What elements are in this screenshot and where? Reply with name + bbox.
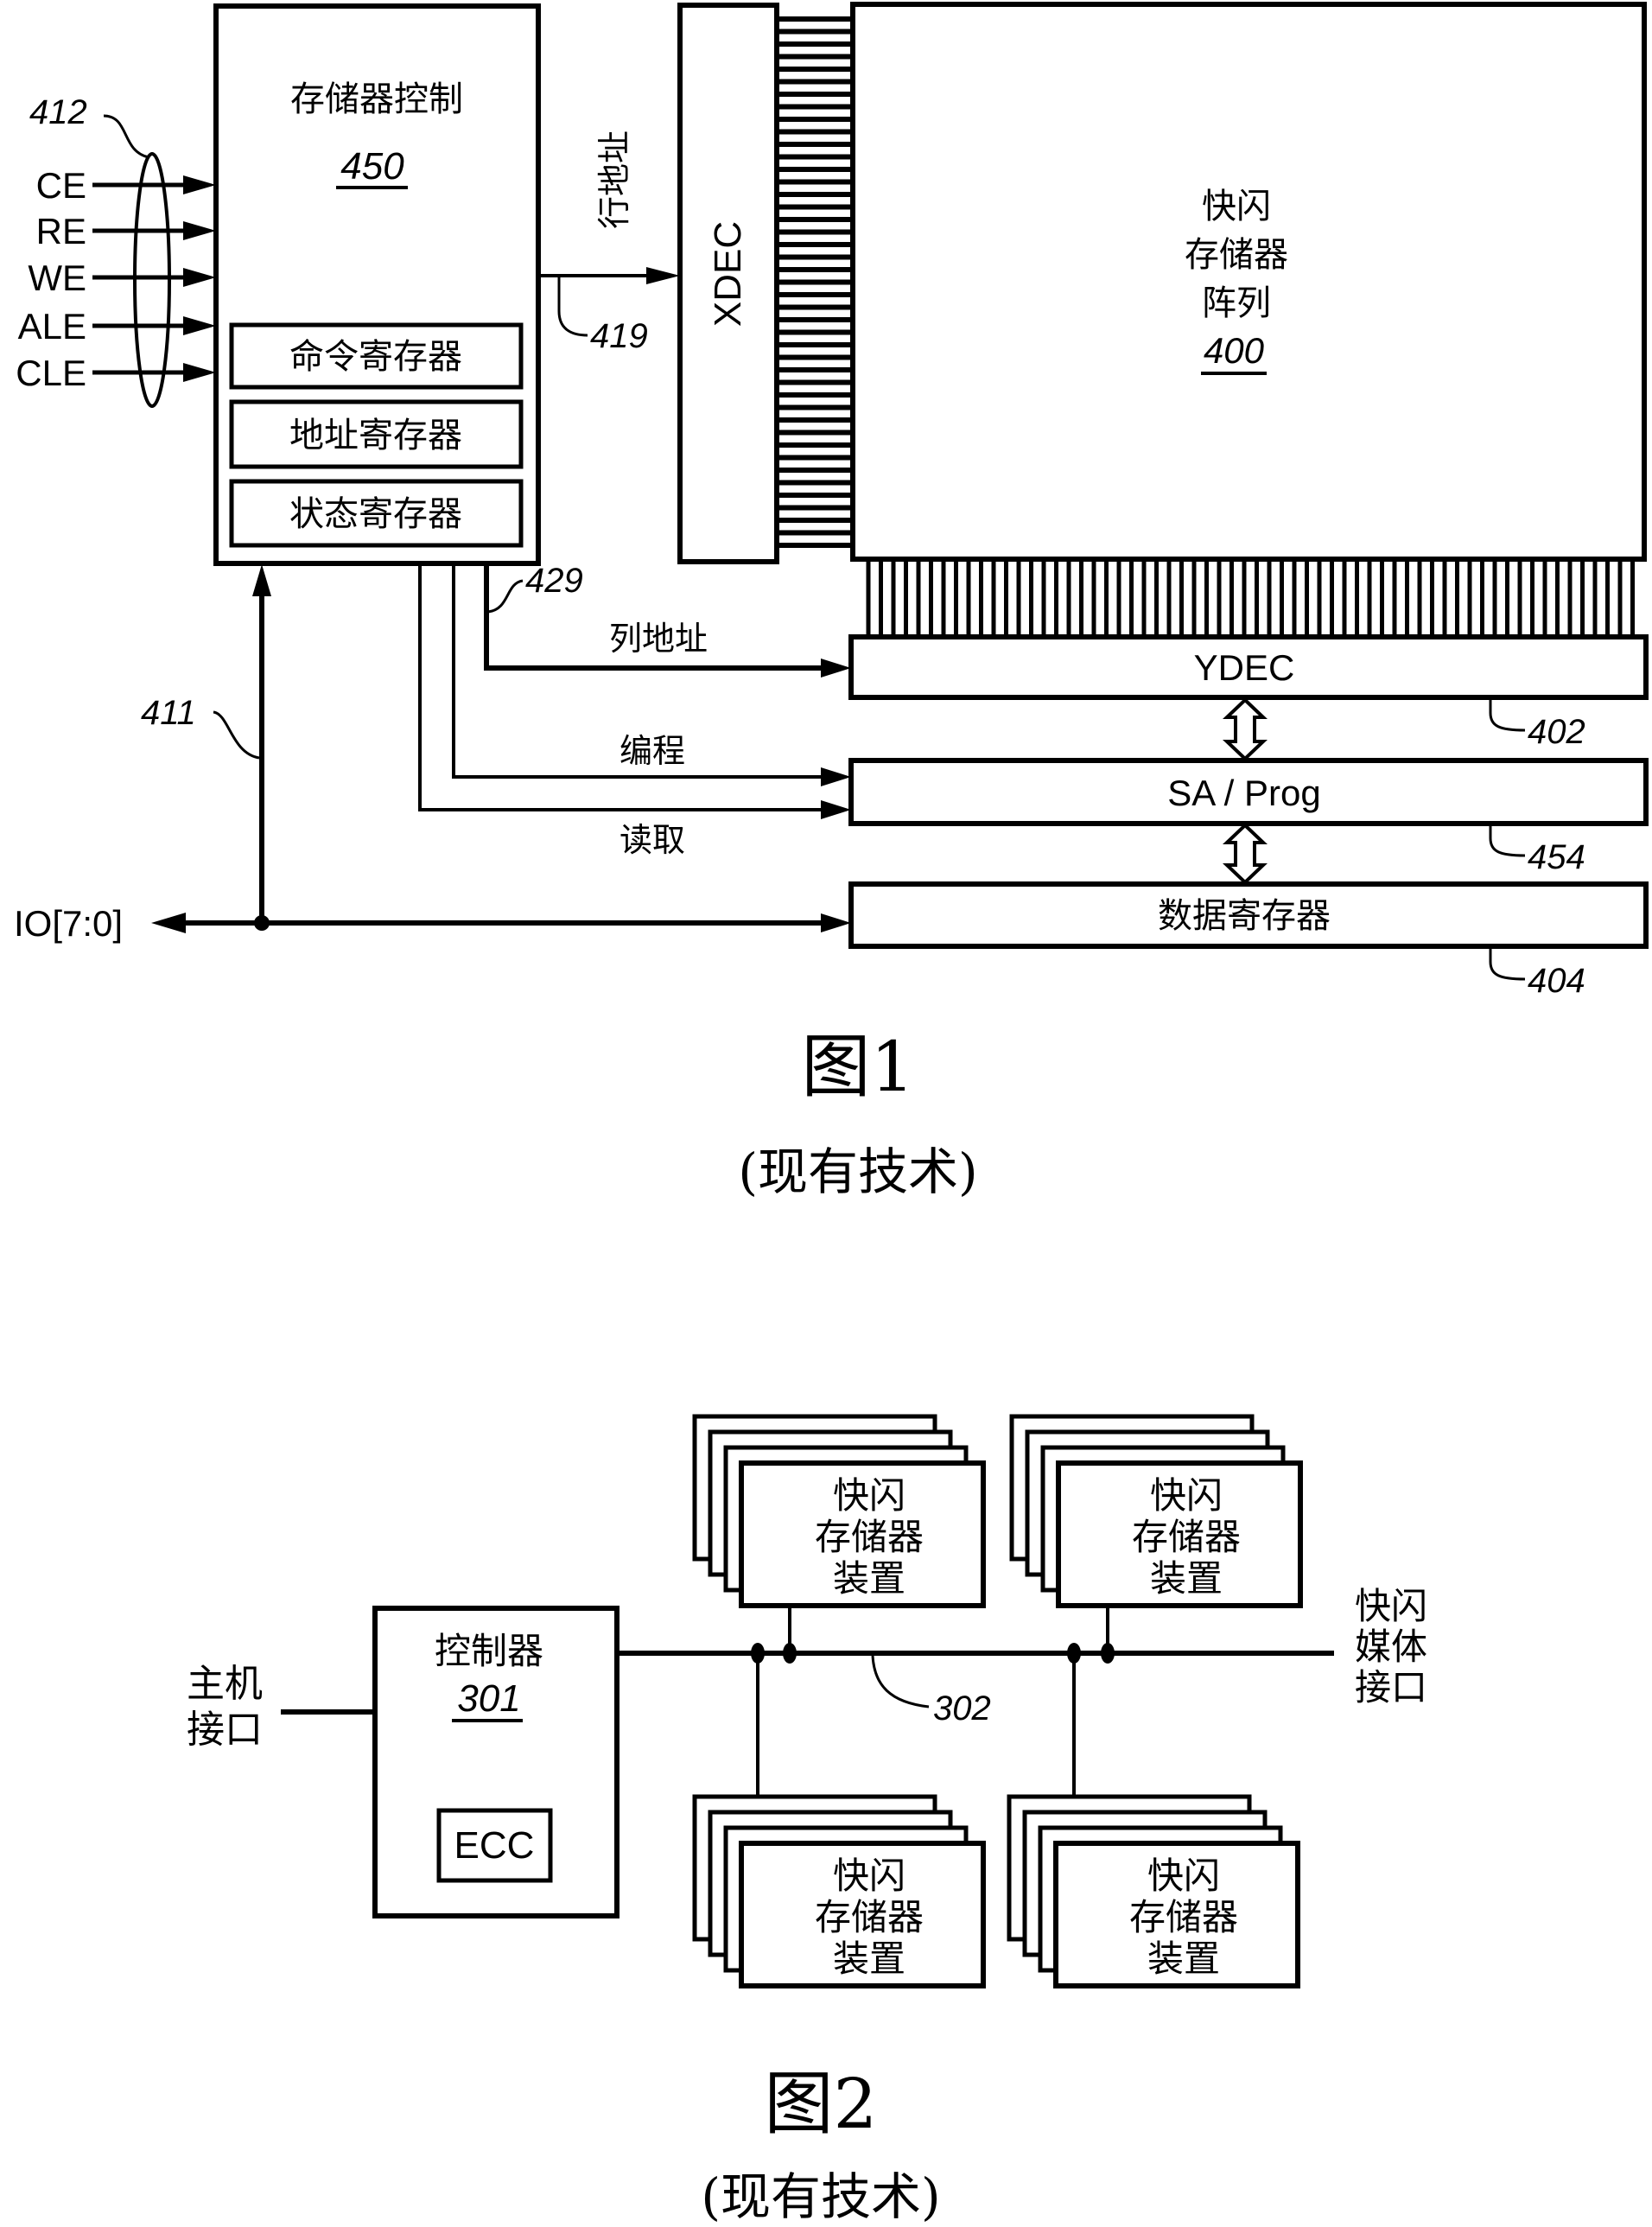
program-arrowhead — [821, 767, 851, 786]
io-label: IO[7:0] — [14, 903, 123, 944]
flash-device-label-line-2: 存储器 — [815, 1896, 924, 1938]
row-lines — [777, 16, 853, 548]
column-address-leader — [487, 579, 524, 614]
flash-device-stack-top-right: 快闪存储器装置 — [1009, 1414, 1303, 1608]
flash-device-label-line-1: 快闪 — [1150, 1474, 1223, 1517]
address-register-label: 地址寄存器 — [289, 416, 462, 455]
program-label: 编程 — [620, 732, 685, 770]
ecc-label: ECC — [454, 1824, 535, 1867]
ydec-sa-double-arrow — [1223, 697, 1268, 761]
control-signal-ce-label: CE — [36, 165, 86, 206]
column-address-ref: 429 — [525, 562, 583, 600]
control-signal-ale-arrowhead — [183, 316, 216, 335]
flash-array-line-1: 快闪 — [1202, 187, 1271, 226]
control-signal-we-label: WE — [28, 258, 86, 298]
io-right-arrowhead — [821, 913, 851, 932]
memory-control-ref: 450 — [340, 145, 404, 188]
bus-ref-leader — [871, 1655, 930, 1708]
sa-prog-label: SA / Prog — [1167, 773, 1320, 813]
io-up-arrowhead — [252, 564, 271, 596]
flash-device-label-line-3: 装置 — [1147, 1937, 1220, 1980]
control-signals: CE RE WE ALE CLE — [16, 165, 216, 393]
data-register-ref-leader — [1489, 949, 1526, 981]
bus-junction-dot — [1067, 1643, 1081, 1664]
io-left-arrowhead — [151, 913, 186, 933]
bus-junction-dot — [751, 1643, 765, 1664]
flash-device-label-line-1: 快闪 — [1147, 1855, 1220, 1897]
control-signal-we-arrowhead — [183, 268, 216, 287]
figure-1: CE RE WE ALE CLE 412 存储器控制 450 命令寄存器 地址寄存器 状… — [14, 2, 1649, 1201]
control-bus-leader — [103, 114, 149, 159]
controller-label: 控制器 — [435, 1630, 543, 1672]
row-address-leader — [557, 277, 588, 337]
figure-2-subtitle: (现有技术) — [701, 2167, 940, 2226]
flash-media-interface-line-3: 接口 — [1355, 1666, 1427, 1708]
host-interface-line-2: 接口 — [187, 1708, 263, 1752]
io-ref-leader — [213, 710, 260, 760]
column-address-label: 列地址 — [609, 620, 708, 658]
flash-device-label-line-1: 快闪 — [833, 1855, 905, 1897]
ydec-ref-leader — [1489, 700, 1526, 732]
flash-device-stack-top-left: 快闪存储器装置 — [692, 1414, 986, 1608]
control-signal-cle-label: CLE — [16, 353, 86, 393]
row-address-arrowhead — [646, 267, 680, 284]
row-address-label: 行地址 — [595, 130, 633, 229]
bus-ref: 302 — [933, 1689, 991, 1728]
command-register-label: 命令寄存器 — [289, 337, 462, 377]
flash-memory-array — [850, 2, 1647, 562]
control-signal-ale-label: ALE — [18, 306, 86, 347]
bus-junction-dot — [783, 1643, 797, 1664]
sa-prog-ref: 454 — [1528, 838, 1585, 876]
column-lines — [866, 559, 1635, 637]
read-arrowhead — [821, 800, 851, 819]
figure-2-title: 图2 — [765, 2064, 878, 2144]
memory-control-label: 存储器控制 — [290, 80, 463, 119]
controller-ref: 301 — [457, 1677, 520, 1720]
sa-prog-ref-leader — [1489, 826, 1526, 857]
flash-array-line-2: 存储器 — [1185, 235, 1288, 275]
control-signal-ce-arrowhead — [183, 175, 216, 194]
figure-2: 主机 接口 控制器 301 ECC 302 快闪 媒体 接口 快闪存储器装置快闪… — [187, 1414, 1427, 2226]
flash-device-stack-bottom-left: 快闪存储器装置 — [692, 1794, 986, 1988]
flash-media-interface-line-1: 快闪 — [1355, 1585, 1427, 1627]
data-register-label: 数据寄存器 — [1158, 896, 1331, 936]
xdec-label: XDEC — [707, 221, 749, 327]
status-register-label: 状态寄存器 — [289, 494, 462, 534]
control-signal-re-arrowhead — [183, 221, 216, 240]
control-bus-ellipse — [133, 152, 171, 408]
read-wire — [418, 563, 829, 811]
bus-junction-dot — [1101, 1643, 1115, 1664]
flash-device-label-line-1: 快闪 — [833, 1474, 905, 1517]
row-address-ref: 419 — [590, 317, 648, 355]
column-address-arrowhead — [821, 659, 851, 678]
read-label: 读取 — [620, 821, 685, 859]
ydec-label: YDEC — [1194, 647, 1295, 688]
patent-diagram: CE RE WE ALE CLE 412 存储器控制 450 命令寄存器 地址寄存器 状… — [14, 2, 1649, 2226]
flash-device-label-line-2: 存储器 — [1129, 1896, 1238, 1938]
control-signal-cle-arrowhead — [183, 363, 216, 382]
flash-device-label-line-2: 存储器 — [815, 1516, 924, 1558]
flash-array-ref: 400 — [1204, 330, 1265, 371]
flash-device-stack-bottom-right: 快闪存储器装置 — [1007, 1794, 1300, 1988]
control-bus-ref: 412 — [29, 93, 87, 131]
flash-device-label-line-3: 装置 — [833, 1937, 905, 1980]
io-ref: 411 — [141, 694, 196, 732]
host-interface-line-1: 主机 — [187, 1662, 263, 1706]
flash-device-label-line-2: 存储器 — [1132, 1516, 1241, 1558]
sa-data-double-arrow — [1223, 823, 1268, 885]
io-junction-dot — [254, 915, 270, 931]
data-register-ref: 404 — [1528, 962, 1585, 1000]
figure-1-subtitle: (现有技术) — [738, 1142, 977, 1201]
flash-device-label-line-3: 装置 — [833, 1557, 905, 1600]
flash-array-line-3: 阵列 — [1202, 283, 1271, 323]
ydec-ref: 402 — [1528, 713, 1585, 751]
figure-1-title: 图1 — [802, 1027, 915, 1107]
control-signal-re-label: RE — [36, 211, 86, 251]
flash-device-label-line-3: 装置 — [1150, 1557, 1223, 1600]
flash-device-stacks: 快闪存储器装置快闪存储器装置快闪存储器装置快闪存储器装置 — [692, 1414, 1303, 1988]
flash-media-interface-line-2: 媒体 — [1355, 1626, 1427, 1668]
